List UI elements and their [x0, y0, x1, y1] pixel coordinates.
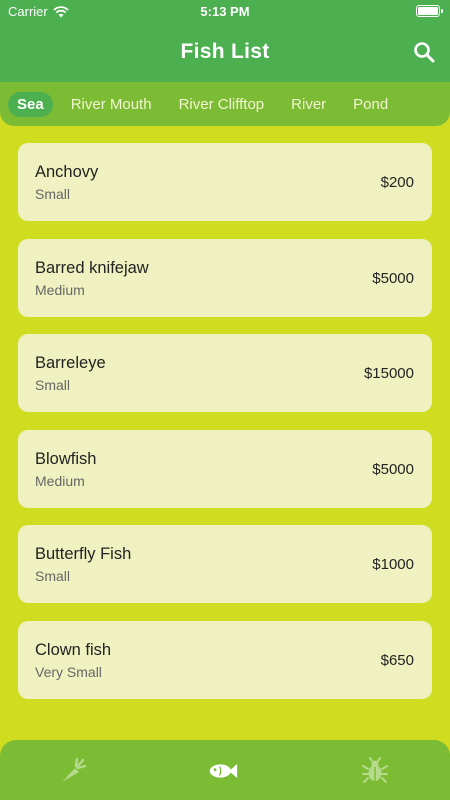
carrot-icon — [62, 757, 87, 782]
fish-price: $650 — [380, 651, 414, 669]
fish-price: $200 — [380, 174, 414, 191]
fish-size: Small — [35, 186, 71, 202]
fish-size: Medium — [35, 281, 85, 298]
fish-price: $15000 — [363, 365, 414, 382]
bottom-navigation — [0, 740, 450, 800]
nav-vegetables-button[interactable] — [58, 756, 88, 786]
fish-card[interactable]: Clown fish Very Small $650 — [18, 620, 432, 699]
status-bar: Carrier 5:13 PM — [0, 0, 450, 24]
fish-list: Anchovy Small $200 Barred knifejaw Medium $50… — [18, 143, 432, 716]
tab-river-clifftop[interactable]: River Clifftop — [170, 92, 274, 117]
nav-bugs-button[interactable] — [360, 756, 390, 786]
fish-size: Very Small — [35, 663, 102, 680]
app-header: Carrier 5:13 PM Fish List — [0, 0, 450, 82]
location-tabbar: Sea River Mouth River Clifftop River Pond — [0, 82, 450, 126]
fish-price: $5000 — [372, 269, 414, 287]
fish-card[interactable]: Butterfly Fish Small $1000 — [18, 525, 432, 603]
bug-icon — [362, 757, 388, 783]
battery-icon — [416, 5, 443, 17]
nav-fish-button[interactable] — [208, 756, 238, 786]
fish-name: Anchovy — [35, 163, 99, 181]
fish-size: Small — [35, 377, 71, 393]
fish-price: $5000 — [372, 460, 414, 478]
fish-name: Barreleye — [35, 354, 106, 372]
fish-card[interactable]: Barreleye Small $15000 — [18, 334, 432, 412]
tab-river[interactable]: River — [282, 92, 335, 117]
search-button[interactable] — [412, 40, 436, 64]
fish-card[interactable]: Barred knifejaw Medium $5000 — [18, 238, 432, 317]
fish-card[interactable]: Anchovy Small $200 — [18, 143, 432, 221]
fish-card[interactable]: Blowfish Medium $5000 — [18, 429, 432, 508]
location-tabs: Sea River Mouth River Clifftop River Pond — [0, 82, 450, 126]
fish-size: Medium — [35, 472, 85, 489]
fish-name: Blowfish — [35, 449, 97, 468]
tab-pond[interactable]: Pond — [344, 92, 397, 117]
page-title: Fish List — [180, 40, 270, 63]
fish-size: Small — [35, 568, 71, 584]
tab-river-mouth[interactable]: River Mouth — [62, 92, 161, 117]
status-time: 5:13 PM — [200, 4, 250, 19]
fish-price: $1000 — [372, 556, 414, 573]
fish-name: Barred knifejaw — [35, 258, 149, 277]
tab-sea[interactable]: Sea — [8, 91, 53, 117]
fish-name: Butterfly Fish — [35, 545, 132, 563]
fish-name: Clown fish — [35, 640, 112, 659]
search-icon — [414, 42, 435, 63]
fish-icon — [209, 763, 238, 779]
